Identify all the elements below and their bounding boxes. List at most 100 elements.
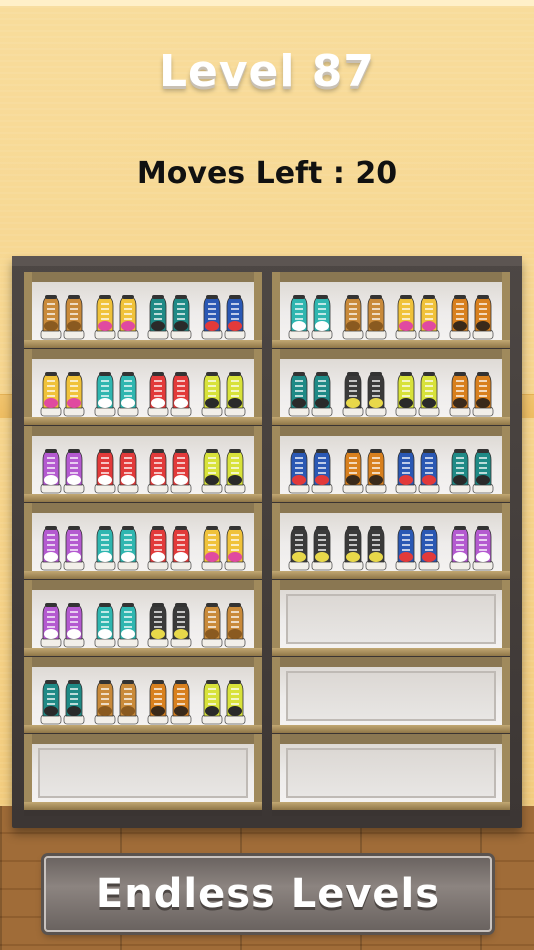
shoe-pair-purple[interactable]: [40, 515, 85, 571]
shoe-pair-tan[interactable]: [40, 284, 85, 340]
shoe-pair-orange[interactable]: [449, 284, 494, 340]
shoe-icon: [94, 365, 116, 417]
shoe-pairs: [280, 584, 502, 648]
shoe-icon: [395, 442, 417, 494]
shoe-pair-darkteal[interactable]: [40, 669, 85, 725]
shoe-pair-red[interactable]: [147, 438, 192, 494]
shelf-slot-right-4[interactable]: [272, 503, 510, 579]
shoe-icon: [147, 673, 169, 725]
shoe-icon: [147, 288, 169, 340]
shoe-icon: [147, 519, 169, 571]
shelf-slot-right-3[interactable]: [272, 426, 510, 502]
shoe-pair-graffiti[interactable]: [395, 284, 440, 340]
shoe-icon: [288, 519, 310, 571]
shoe-pair-darkteal[interactable]: [449, 438, 494, 494]
shoe-pair-lime[interactable]: [395, 361, 440, 417]
shoe-pair-lime[interactable]: [201, 438, 246, 494]
shoe-icon: [63, 365, 85, 417]
shoe-icon: [40, 596, 62, 648]
shoe-pairs: [32, 276, 254, 340]
shelf-slot-right-1[interactable]: [272, 272, 510, 348]
shoe-icon: [418, 519, 440, 571]
shoe-icon: [418, 288, 440, 340]
shoe-pair-graffiti[interactable]: [40, 361, 85, 417]
shoe-pair-graffiti[interactable]: [94, 284, 139, 340]
shoe-pair-orange[interactable]: [449, 361, 494, 417]
shoe-pair-tan[interactable]: [342, 284, 387, 340]
shoe-pairs: [32, 353, 254, 417]
shoe-icon: [224, 442, 246, 494]
shelf-slot-left-2[interactable]: [24, 349, 262, 425]
shoe-pair-teal[interactable]: [94, 592, 139, 648]
shoe-pair-blue[interactable]: [395, 438, 440, 494]
shoe-pair-purple[interactable]: [449, 515, 494, 571]
shoe-icon: [117, 673, 139, 725]
shoe-pair-camo[interactable]: [147, 592, 192, 648]
shoe-icon: [224, 596, 246, 648]
shoe-icon: [40, 288, 62, 340]
shelf-slot-left-5[interactable]: [24, 580, 262, 656]
shoe-pair-graffiti[interactable]: [201, 515, 246, 571]
shoe-pairs: [280, 738, 502, 802]
shoe-icon: [311, 442, 333, 494]
shelf-slot-left-3[interactable]: [24, 426, 262, 502]
shoe-icon: [117, 442, 139, 494]
shoe-pair-lime[interactable]: [201, 669, 246, 725]
shoe-pair-blue[interactable]: [395, 515, 440, 571]
shoe-pair-tan[interactable]: [94, 669, 139, 725]
shoe-pair-blue[interactable]: [288, 438, 333, 494]
shelf-column-left: [24, 272, 262, 816]
shoe-pair-camo[interactable]: [288, 515, 333, 571]
shoe-icon: [94, 596, 116, 648]
shelf-slot-left-4[interactable]: [24, 503, 262, 579]
shoe-pair-teal[interactable]: [288, 284, 333, 340]
shoe-pair-teal[interactable]: [94, 361, 139, 417]
shoe-icon: [170, 442, 192, 494]
shoe-icon: [342, 519, 364, 571]
shoe-icon: [94, 519, 116, 571]
shoe-pair-tan[interactable]: [201, 592, 246, 648]
shoe-pair-darkteal[interactable]: [288, 361, 333, 417]
shoe-icon: [147, 365, 169, 417]
shoe-icon: [63, 596, 85, 648]
shoe-pair-lime[interactable]: [201, 361, 246, 417]
shoe-pair-darkteal[interactable]: [147, 284, 192, 340]
shoe-icon: [170, 673, 192, 725]
shoe-icon: [472, 288, 494, 340]
shelf-top: [12, 256, 522, 266]
shoe-pair-purple[interactable]: [40, 438, 85, 494]
shoe-pair-red[interactable]: [147, 361, 192, 417]
shoe-icon: [395, 288, 417, 340]
shoe-icon: [117, 288, 139, 340]
shelf-slot-right-7[interactable]: [272, 734, 510, 810]
shoe-pair-red[interactable]: [147, 515, 192, 571]
shelf-slot-right-2[interactable]: [272, 349, 510, 425]
moves-left-counter: Moves Left : 20: [136, 156, 398, 191]
shelf-slot-left-7[interactable]: [24, 734, 262, 810]
shoe-icon: [449, 519, 471, 571]
shelf-slot-left-6[interactable]: [24, 657, 262, 733]
shelf-slot-right-5[interactable]: [272, 580, 510, 656]
shelf-slot-left-1[interactable]: [24, 272, 262, 348]
shoe-icon: [94, 673, 116, 725]
shoe-icon: [201, 442, 223, 494]
shoe-pair-camo[interactable]: [342, 515, 387, 571]
shelf-column-right: [272, 272, 510, 816]
shoe-icon: [147, 596, 169, 648]
shoe-pair-teal[interactable]: [94, 515, 139, 571]
shoe-pair-blue[interactable]: [201, 284, 246, 340]
shoe-icon: [94, 288, 116, 340]
shoe-pair-orange[interactable]: [342, 438, 387, 494]
shoe-icon: [63, 442, 85, 494]
shoe-icon: [311, 288, 333, 340]
shoe-icon: [342, 365, 364, 417]
shoe-pair-camo[interactable]: [342, 361, 387, 417]
shoe-pair-purple[interactable]: [40, 592, 85, 648]
shoe-pairs: [32, 661, 254, 725]
shoe-pair-orange[interactable]: [147, 669, 192, 725]
shoe-pair-red[interactable]: [94, 438, 139, 494]
shoe-icon: [170, 365, 192, 417]
shoe-icon: [472, 519, 494, 571]
shoe-icon: [449, 442, 471, 494]
shelf-slot-right-6[interactable]: [272, 657, 510, 733]
